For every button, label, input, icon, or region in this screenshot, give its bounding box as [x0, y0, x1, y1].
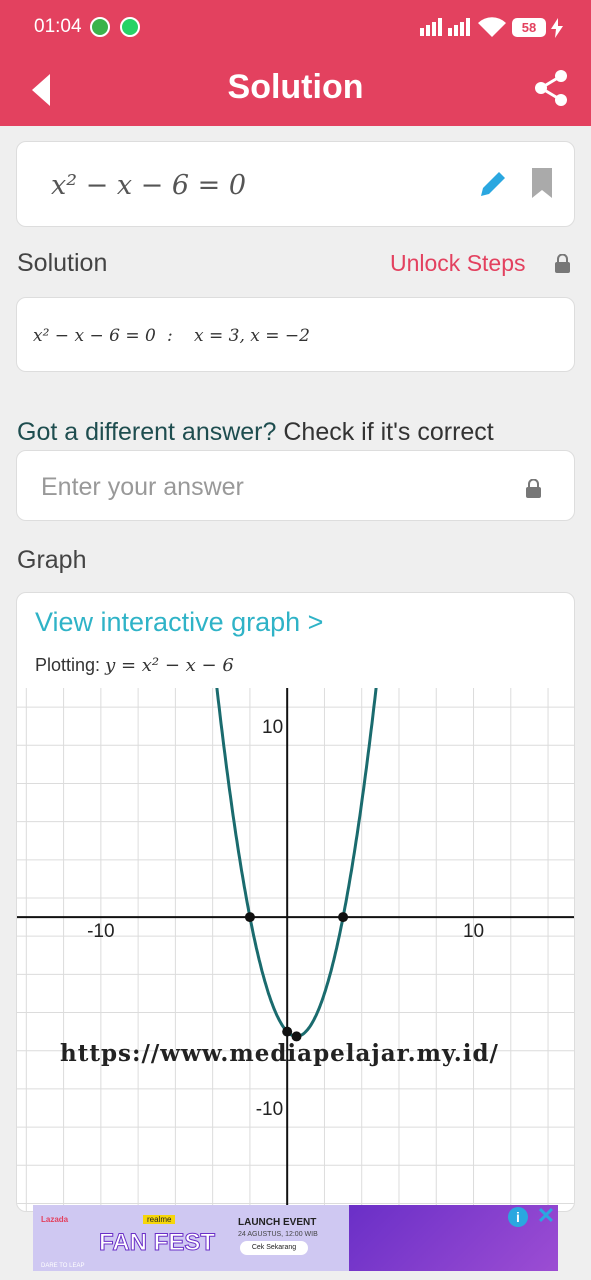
battery-icon: 58	[512, 18, 546, 37]
plotting-caption: Plotting: y = x² − x − 6	[35, 655, 234, 676]
clock: 01:04	[34, 16, 82, 37]
solution-separator: :	[167, 326, 173, 346]
ad-info-icon[interactable]: i	[508, 1207, 528, 1227]
wifi-icon	[478, 17, 506, 37]
tick-label-x-pos: 10	[463, 921, 484, 942]
key-point	[244, 912, 255, 923]
answer-input[interactable]: Enter your answer	[16, 450, 575, 521]
status-bar: 01:04 58	[0, 0, 591, 56]
edit-pencil-icon[interactable]	[477, 168, 509, 200]
solution-equation: x² − x − 6 = 0	[33, 326, 156, 346]
equation-card[interactable]: x² − x − 6 = 0	[16, 141, 575, 227]
tick-label-y-pos: 10	[262, 717, 283, 738]
tick-label-y-neg: -10	[256, 1099, 283, 1120]
answer-check-bold: Got a different answer?	[17, 418, 277, 446]
ad-headline: FAN FEST	[98, 1229, 216, 1257]
tick-label-x-neg: -10	[87, 921, 114, 942]
ad-badge: realme	[143, 1215, 176, 1224]
key-point	[282, 1026, 293, 1037]
signal-icon	[420, 18, 470, 36]
answer-check-prompt: Got a different answer? Check if it's co…	[17, 418, 494, 447]
charging-icon	[551, 18, 563, 38]
graph-label: Graph	[17, 546, 87, 574]
key-point	[338, 912, 349, 923]
ad-brand: Lazada	[41, 1215, 69, 1224]
solution-roots: x = 3, x = −2	[194, 326, 310, 346]
whatsapp-icon	[120, 17, 140, 37]
ad-subtitle: 24 AGUSTUS, 12:00 WIB	[238, 1231, 318, 1238]
app-bar: Solution	[0, 56, 591, 126]
answer-placeholder: Enter your answer	[41, 473, 244, 501]
ad-cta-button[interactable]: Cek Sekarang	[240, 1241, 308, 1255]
plotting-prefix: Plotting:	[35, 655, 101, 675]
function-graph[interactable]: -10 10 10 -10	[17, 688, 575, 1212]
solution-result-card: x² − x − 6 = 0 : x = 3, x = −2	[16, 297, 575, 372]
notification-app-icon	[90, 17, 110, 37]
graph-card: View interactive graph > Plotting: y = x…	[16, 592, 575, 1212]
equation-text: x² − x − 6 = 0	[51, 170, 246, 201]
share-icon[interactable]	[533, 68, 571, 108]
unlock-steps-link[interactable]: Unlock Steps	[390, 250, 526, 277]
ad-banner[interactable]: Lazada realme FAN FEST LAUNCH EVENT 24 A…	[33, 1205, 558, 1271]
bookmark-icon[interactable]	[530, 166, 554, 200]
ad-close-icon[interactable]: ✕	[535, 1205, 557, 1227]
ad-tagline: DARE TO LEAP	[41, 1263, 85, 1269]
answer-check-rest: Check if it's correct	[276, 418, 494, 446]
lock-icon	[526, 479, 541, 498]
watermark-text: https://www.mediapelajar.my.id/	[60, 1040, 499, 1067]
ad-title: LAUNCH EVENT	[238, 1217, 317, 1228]
view-interactive-graph-link[interactable]: View interactive graph >	[35, 607, 323, 638]
solution-label: Solution	[17, 249, 108, 277]
page-title: Solution	[227, 68, 364, 106]
lock-icon	[555, 254, 570, 273]
plotting-function: y = x² − x − 6	[105, 655, 234, 676]
